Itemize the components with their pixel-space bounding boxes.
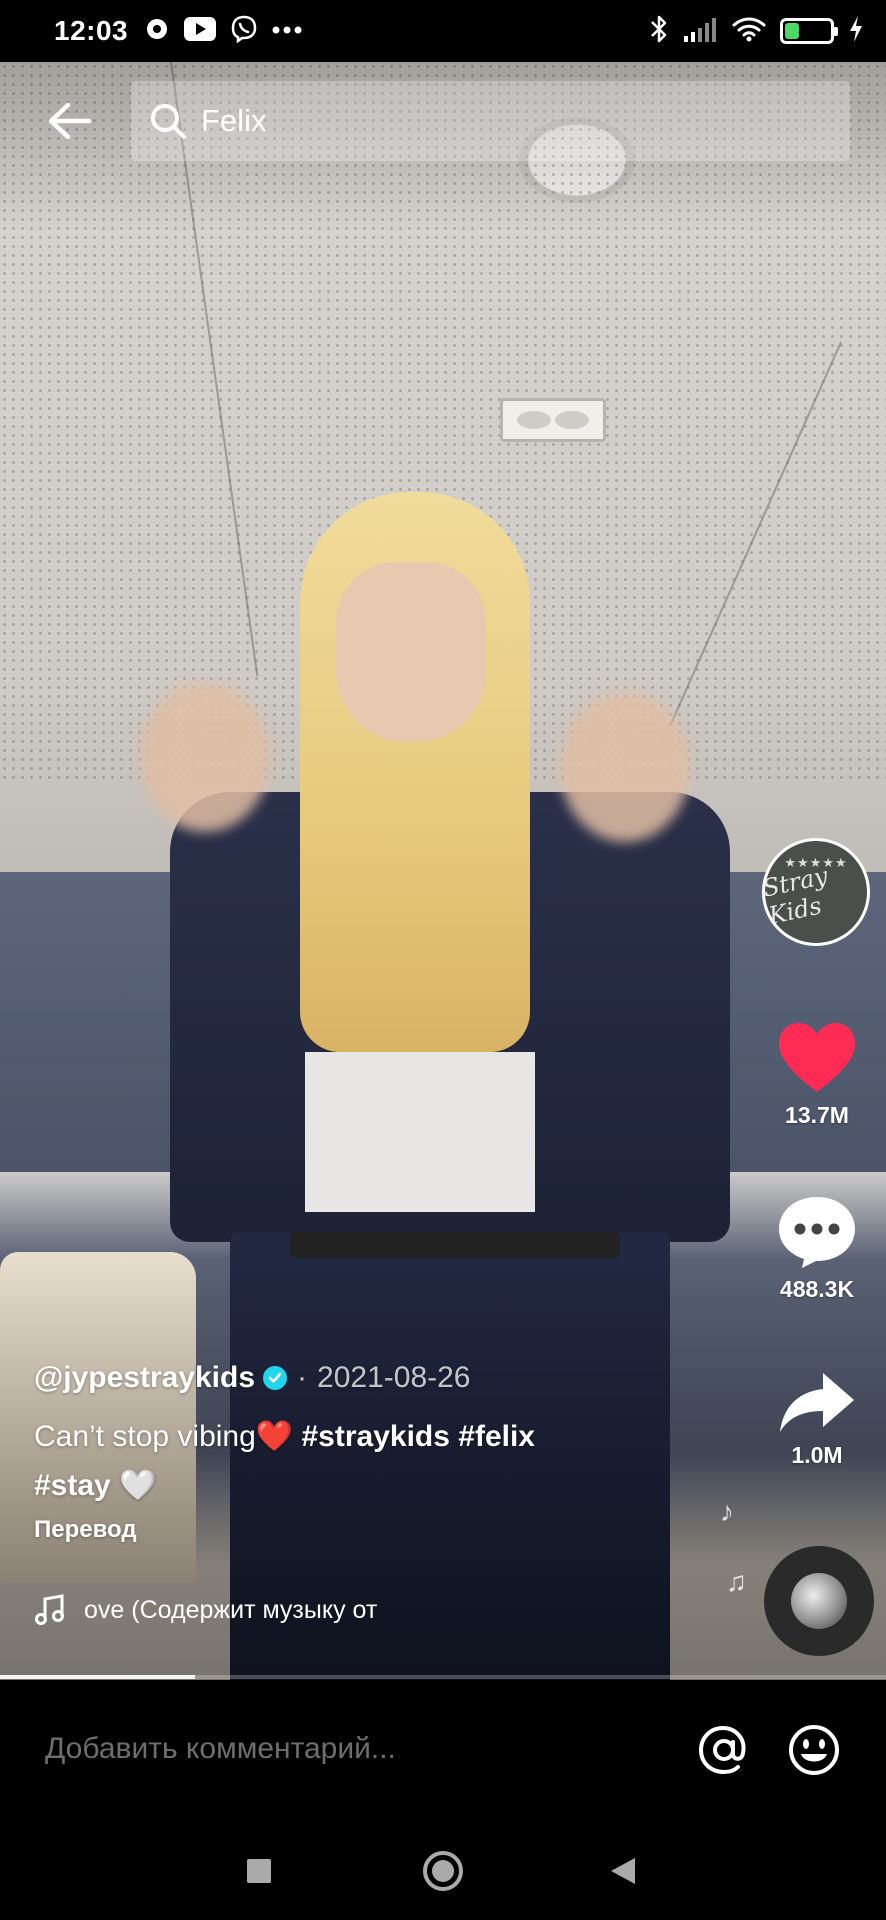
- wifi-icon: [732, 16, 766, 47]
- video-progress-fill: [0, 1675, 195, 1679]
- author-row: @jypestraykids · 2021-08-26: [34, 1356, 714, 1400]
- comment-button[interactable]: 488.3K: [760, 1194, 874, 1303]
- recents-button[interactable]: [236, 1848, 282, 1894]
- status-bar: 12:03 30: [0, 0, 886, 62]
- post-date: 2021-08-26: [317, 1361, 471, 1394]
- signal-icon: [684, 16, 718, 47]
- more-dots-icon: [272, 22, 302, 40]
- author-handle[interactable]: @jypestraykids: [34, 1361, 255, 1395]
- description-text: Can’t stop vibing: [34, 1420, 256, 1453]
- video-ceiling-vent: [500, 398, 606, 442]
- red-heart-emoji: ❤️: [255, 1420, 294, 1453]
- translate-button[interactable]: Перевод: [34, 1516, 714, 1544]
- white-heart-emoji: 🤍: [119, 1469, 157, 1502]
- video-description: Can’t stop vibing❤️ #straykids #felix #s…: [34, 1412, 714, 1510]
- bluetooth-icon: [648, 14, 670, 49]
- share-count: 1.0M: [791, 1442, 843, 1468]
- battery-icon: 30: [780, 18, 838, 44]
- search-icon: [151, 104, 186, 139]
- search-query: Felix: [201, 103, 267, 138]
- home-button[interactable]: [420, 1848, 466, 1894]
- hashtags-line-1[interactable]: #straykids #felix: [302, 1420, 535, 1453]
- floating-music-note-icon: ♫: [726, 1566, 747, 1597]
- status-left-icons: [144, 15, 302, 48]
- mention-button[interactable]: [696, 1722, 752, 1778]
- verified-badge-icon: [263, 1366, 288, 1390]
- viber-icon: [230, 15, 258, 48]
- back-button[interactable]: [44, 96, 94, 146]
- system-nav-bar: [0, 1818, 886, 1920]
- video-caption: @jypestraykids · 2021-08-26 Can’t stop v…: [34, 1356, 714, 1544]
- battery-percent: 30: [798, 22, 816, 39]
- triangle-back-icon: [611, 1858, 635, 1884]
- video-person-face: [336, 562, 486, 742]
- video-person-shirt: [305, 1052, 535, 1212]
- charging-icon: [848, 15, 864, 48]
- share-arrow-icon: [780, 1373, 854, 1432]
- floating-music-note-icon: ♪: [720, 1496, 734, 1527]
- comment-bar: [0, 1680, 886, 1818]
- heart-icon: [779, 1023, 855, 1092]
- comment-count: 488.3K: [779, 1276, 855, 1302]
- back-nav-button[interactable]: [600, 1848, 646, 1894]
- like-button[interactable]: 13.7M: [760, 1020, 874, 1129]
- notification-icon: [144, 16, 170, 47]
- comment-bubble-icon: [779, 1197, 855, 1268]
- square-icon: [247, 1859, 271, 1883]
- search-bar[interactable]: Felix: [131, 81, 850, 161]
- status-right-icons: 30: [648, 0, 864, 62]
- music-disc[interactable]: [764, 1546, 874, 1656]
- video-person-hand: [140, 682, 270, 832]
- date-separator: ·: [297, 1361, 308, 1394]
- comment-input[interactable]: [45, 1732, 645, 1766]
- video-person-hand: [560, 692, 690, 842]
- back-arrow-icon: [48, 102, 92, 140]
- status-time: 12:03: [54, 15, 129, 46]
- circle-icon: [423, 1851, 463, 1891]
- like-count: 13.7M: [785, 1102, 849, 1128]
- smiley-icon: [789, 1725, 839, 1775]
- hashtags-line-2[interactable]: #stay: [34, 1469, 111, 1502]
- music-disc-cover: [791, 1573, 847, 1629]
- music-info[interactable]: ove (Содержит музыку от: [34, 1590, 454, 1630]
- youtube-icon: [184, 16, 217, 46]
- music-note-icon: [35, 1594, 64, 1625]
- share-button[interactable]: 1.0M: [760, 1370, 874, 1469]
- music-title: ove (Содержит музыку от: [84, 1595, 378, 1624]
- video-progress-bar[interactable]: [0, 1675, 886, 1679]
- emoji-button[interactable]: [786, 1722, 842, 1778]
- at-sign-icon: [698, 1725, 746, 1775]
- author-avatar[interactable]: ★★★★★ Stray Kids: [762, 838, 870, 946]
